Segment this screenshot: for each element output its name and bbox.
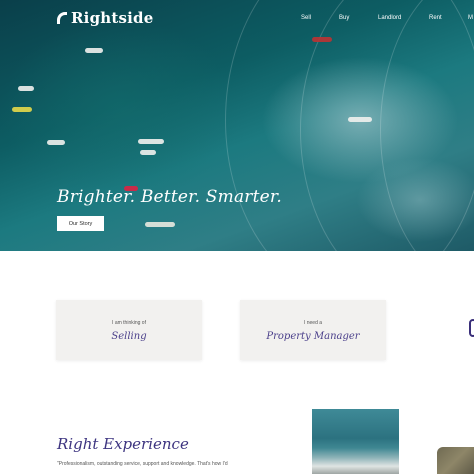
card-title: Property Manager xyxy=(266,331,360,342)
option-card-property-manager[interactable]: I need a Property Manager xyxy=(240,300,386,360)
nav-item-more[interactable]: M xyxy=(468,15,473,21)
surfer-image xyxy=(18,86,34,91)
side-tab-handle[interactable] xyxy=(469,319,474,337)
option-card-selling[interactable]: I am thinking of Selling xyxy=(56,300,202,360)
section-body: "Professionalism, outstanding service, s… xyxy=(57,461,228,467)
surfer-image xyxy=(348,117,372,122)
landscape-photo xyxy=(437,447,474,474)
nav-item-landlord[interactable]: Landlord xyxy=(378,15,401,21)
nav-item-buy[interactable]: Buy xyxy=(339,15,349,21)
ocean-photo xyxy=(312,409,399,474)
section-title: Right Experience xyxy=(57,435,189,453)
nav-item-sell[interactable]: Sell xyxy=(301,15,311,21)
surfer-image xyxy=(312,37,332,42)
nav-item-rent[interactable]: Rent xyxy=(429,15,442,21)
surfer-image xyxy=(12,107,32,112)
surfer-image xyxy=(47,140,65,145)
hero-tagline: Brighter. Better. Smarter. xyxy=(57,187,282,207)
card-prefix: I need a xyxy=(303,320,323,326)
card-title: Selling xyxy=(111,331,147,342)
card-prefix: I am thinking of xyxy=(112,320,146,326)
surfer-image xyxy=(85,48,103,53)
surfer-image xyxy=(145,222,175,227)
surfer-image xyxy=(140,150,156,155)
hero-banner: Rightside Sell Buy Landlord Rent M Brigh… xyxy=(0,0,474,251)
our-story-button[interactable]: Our Story xyxy=(57,216,104,231)
main-nav: Sell Buy Landlord Rent M xyxy=(0,15,474,25)
surfer-image xyxy=(138,139,164,144)
